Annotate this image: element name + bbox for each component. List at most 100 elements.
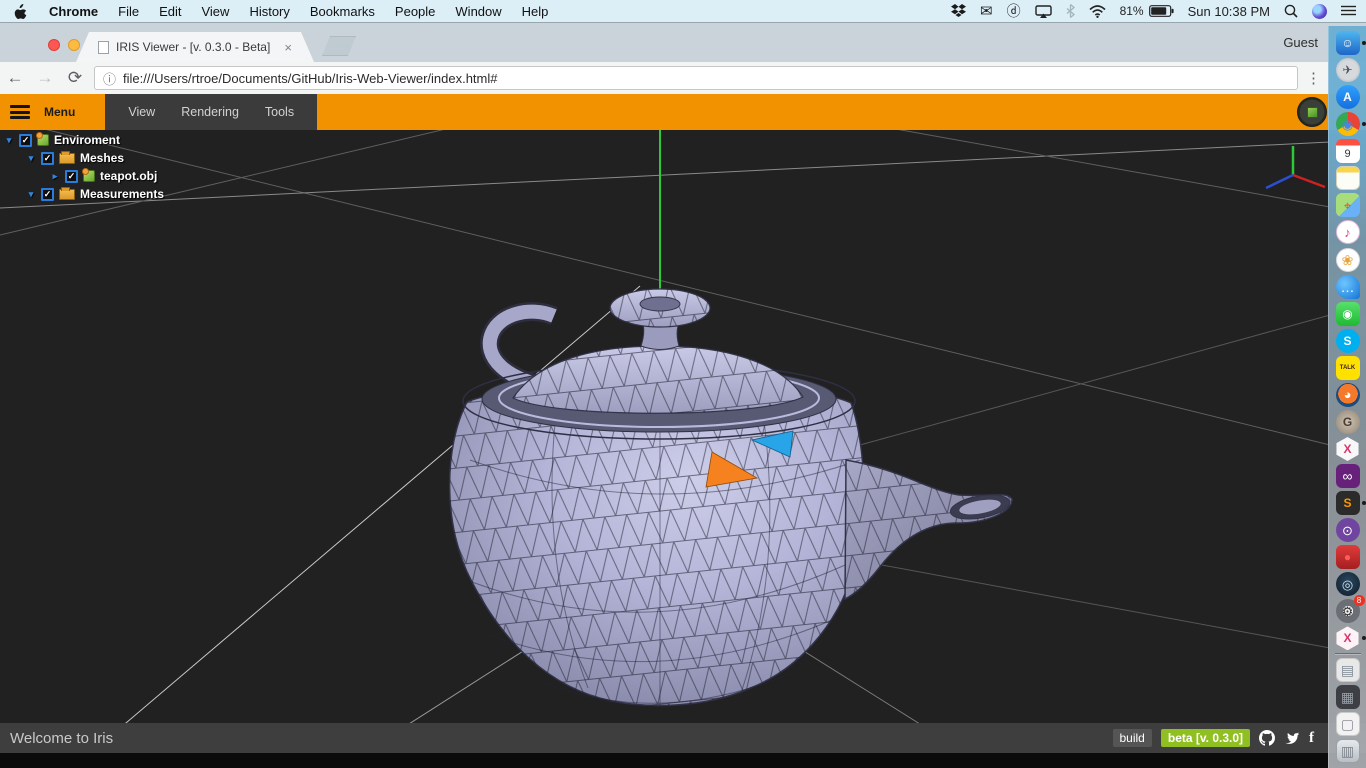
- facetime-app-icon[interactable]: ◉: [1336, 302, 1360, 326]
- meshes-checkbox[interactable]: ✓: [41, 152, 54, 165]
- game-emulator-app-icon[interactable]: ●: [1336, 545, 1360, 569]
- menubar-item-bookmarks[interactable]: Bookmarks: [300, 4, 385, 19]
- apple-menu-icon[interactable]: [0, 4, 39, 19]
- battery-percent: 81%: [1120, 4, 1144, 18]
- twitter-icon[interactable]: [1284, 731, 1300, 745]
- measurements-checkbox[interactable]: ✓: [41, 188, 54, 201]
- battery-status[interactable]: 81%: [1120, 4, 1174, 18]
- viewport-3d[interactable]: ▾ ✓ Enviroment ▾ ✓ Meshes ▸ ✓ teapot.obj…: [0, 130, 1366, 723]
- trash-icon[interactable]: ▥: [1336, 739, 1360, 763]
- siri-icon[interactable]: [1312, 4, 1327, 19]
- folder-icon: [59, 153, 75, 164]
- page-info-icon[interactable]: ⓘ: [103, 69, 116, 88]
- gear-app-icon[interactable]: ⚙8: [1336, 599, 1360, 623]
- gimp-app-icon[interactable]: G: [1336, 410, 1360, 434]
- chevron-down-icon[interactable]: ▾: [26, 189, 36, 200]
- url-text: file:///Users/rtroe/Documents/GitHub/Iri…: [123, 71, 497, 86]
- tree-item-measurements[interactable]: ▾ ✓ Measurements: [0, 185, 164, 203]
- sublime-text-app-icon[interactable]: S: [1336, 491, 1360, 515]
- menubar-item-help[interactable]: Help: [512, 4, 559, 19]
- calendar-app-icon[interactable]: 9: [1336, 139, 1360, 163]
- itunes-app-icon[interactable]: ♪: [1336, 220, 1360, 244]
- macos-menubar: Chrome File Edit View History Bookmarks …: [0, 0, 1366, 22]
- finder-app-icon[interactable]: ☺: [1336, 31, 1360, 55]
- skype-app-icon[interactable]: S: [1336, 329, 1360, 353]
- tab-view[interactable]: View: [115, 105, 168, 119]
- dropbox-icon[interactable]: [951, 4, 966, 18]
- d-circle-icon[interactable]: ⓓ: [1007, 1, 1021, 21]
- chevron-down-icon[interactable]: ▾: [4, 135, 14, 146]
- github-icon[interactable]: [1259, 730, 1275, 746]
- tree-item-meshes[interactable]: ▾ ✓ Meshes: [0, 149, 164, 167]
- iris-app-bar: Menu View Rendering Tools: [0, 94, 1366, 130]
- mail-icon[interactable]: ✉: [980, 2, 993, 20]
- browser-tab[interactable]: IRIS Viewer - [v. 0.3.0 - Beta] ×: [76, 32, 314, 62]
- menubar-item-edit[interactable]: Edit: [149, 4, 191, 19]
- maps-app-icon[interactable]: ⌖: [1336, 193, 1360, 217]
- reload-button[interactable]: ⟳: [60, 68, 90, 88]
- visual-studio-app-icon[interactable]: ∞: [1336, 464, 1360, 488]
- tree-label[interactable]: Enviroment: [54, 133, 120, 147]
- address-bar[interactable]: ⓘ file:///Users/rtroe/Documents/GitHub/I…: [94, 66, 1298, 90]
- xamarin-app-icon[interactable]: X: [1336, 626, 1360, 650]
- tab-close-icon[interactable]: ×: [284, 40, 292, 55]
- dock-separator: [1335, 653, 1361, 654]
- chrome-app-icon[interactable]: ◉: [1336, 112, 1360, 136]
- chevron-down-icon[interactable]: ▾: [26, 153, 36, 164]
- airplay-display-icon[interactable]: [1035, 5, 1052, 18]
- downloads-stack-icon[interactable]: ▦: [1336, 685, 1360, 709]
- facebook-icon[interactable]: f: [1309, 730, 1314, 747]
- tree-label[interactable]: Measurements: [80, 187, 164, 201]
- notes-app-icon[interactable]: [1336, 166, 1360, 190]
- menubar-item-window[interactable]: Window: [445, 4, 511, 19]
- menubar-item-file[interactable]: File: [108, 4, 149, 19]
- menubar-clock[interactable]: Sun 10:38 PM: [1188, 4, 1270, 19]
- launchpad-app-icon[interactable]: ✈: [1336, 58, 1360, 82]
- tree-label[interactable]: teapot.obj: [100, 169, 157, 183]
- guest-profile-label[interactable]: Guest: [1283, 35, 1318, 50]
- steam-app-icon[interactable]: ◎: [1336, 572, 1360, 596]
- hamburger-menu-icon[interactable]: [10, 105, 30, 119]
- files-stack-icon[interactable]: ▢: [1336, 712, 1360, 736]
- github-desktop-app-icon[interactable]: ⊙: [1336, 518, 1360, 542]
- menubar-item-view[interactable]: View: [191, 4, 239, 19]
- teapot-mesh: [450, 289, 1012, 705]
- new-tab-button[interactable]: [322, 36, 356, 56]
- menu-label[interactable]: Menu: [44, 105, 75, 119]
- tree-item-teapot[interactable]: ▸ ✓ teapot.obj: [0, 167, 164, 185]
- notification-center-icon[interactable]: [1341, 5, 1356, 17]
- tree-label[interactable]: Meshes: [80, 151, 124, 165]
- tab-title: IRIS Viewer - [v. 0.3.0 - Beta]: [116, 40, 270, 54]
- close-window-button[interactable]: [48, 39, 60, 51]
- chevron-right-icon[interactable]: ▸: [50, 171, 60, 182]
- kakaotalk-app-icon[interactable]: TALK: [1336, 356, 1360, 380]
- teapot-checkbox[interactable]: ✓: [65, 170, 78, 183]
- photos-app-icon[interactable]: ❀: [1336, 248, 1360, 272]
- scene-tree: ▾ ✓ Enviroment ▾ ✓ Meshes ▸ ✓ teapot.obj…: [0, 131, 164, 203]
- menubar-item-people[interactable]: People: [385, 4, 445, 19]
- documents-stack-icon[interactable]: ▤: [1336, 658, 1360, 682]
- tree-item-environment[interactable]: ▾ ✓ Enviroment: [0, 131, 164, 149]
- back-button[interactable]: ←: [0, 68, 30, 88]
- menubar-item-history[interactable]: History: [239, 4, 299, 19]
- tab-tools[interactable]: Tools: [252, 105, 307, 119]
- browser-menu-button[interactable]: ⋮: [1306, 69, 1321, 87]
- axis-gizmo: [1266, 146, 1325, 188]
- xamarin-studio-app-icon[interactable]: X: [1336, 437, 1360, 461]
- minimize-window-button[interactable]: [68, 39, 80, 51]
- spotlight-search-icon[interactable]: [1284, 4, 1298, 18]
- messages-app-icon[interactable]: …: [1336, 275, 1360, 299]
- bluetooth-icon[interactable]: [1066, 4, 1075, 18]
- status-bar: Welcome to Iris build beta [v. 0.3.0] f: [0, 723, 1366, 753]
- status-message: Welcome to Iris: [10, 730, 113, 747]
- menubar-app-name[interactable]: Chrome: [39, 4, 108, 19]
- app-store-app-icon[interactable]: A: [1336, 85, 1360, 109]
- forward-button[interactable]: →: [30, 68, 60, 88]
- wifi-icon[interactable]: [1089, 5, 1106, 18]
- tab-strip: IRIS Viewer - [v. 0.3.0 - Beta] × Guest: [0, 22, 1366, 62]
- macos-dock: ☺✈A◉9⌖♪❀…◉STALK◕GX∞S⊙●◎⚙8X▤▦▢▥: [1328, 26, 1366, 768]
- blender-app-icon[interactable]: ◕: [1336, 383, 1360, 407]
- environment-checkbox[interactable]: ✓: [19, 134, 32, 147]
- folder-icon: [59, 189, 75, 200]
- tab-rendering[interactable]: Rendering: [168, 105, 252, 119]
